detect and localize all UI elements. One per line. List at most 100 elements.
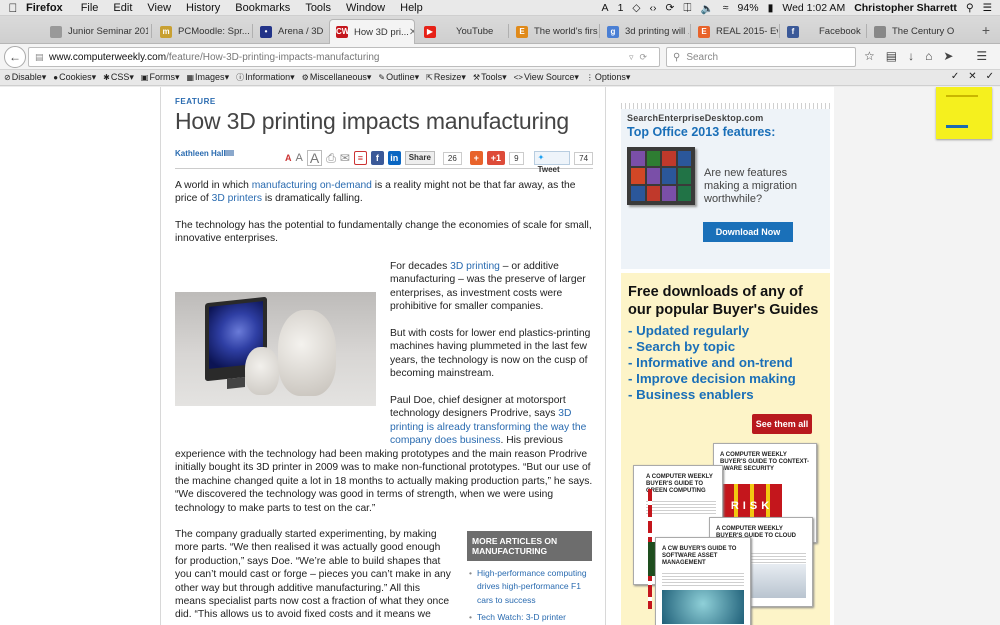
back-arrow-icon[interactable]: ← (4, 46, 26, 68)
link-manufacturing-on-demand[interactable]: manufacturing on-demand (252, 180, 372, 191)
more-article-link[interactable]: High-performance computing drives high-p… (467, 567, 592, 607)
volume-icon[interactable]: 🔈 (701, 2, 714, 15)
tab[interactable]: ▶ YouTube (418, 19, 506, 44)
dropbox-icon[interactable]: ◇ (632, 2, 640, 14)
menu-bookmarks[interactable]: Bookmarks (235, 2, 290, 14)
more-article-link[interactable]: Tech Watch: 3-D printer (467, 611, 592, 625)
menu-view[interactable]: View (147, 2, 171, 14)
share-button[interactable]: Share (404, 151, 435, 165)
text-size-large-icon[interactable]: A (306, 150, 323, 166)
menu-history[interactable]: History (186, 2, 220, 14)
menu-edit[interactable]: Edit (113, 2, 132, 14)
devbar-css[interactable]: ✱CSS▾ (103, 72, 134, 83)
spotlight-icon[interactable]: ⚲ (966, 2, 974, 14)
print-icon[interactable]: ⎙ (326, 151, 336, 166)
menu-file[interactable]: File (81, 2, 99, 14)
menu-app-name[interactable]: Firefox (26, 2, 63, 14)
download-icon[interactable]: ↓ (908, 49, 914, 63)
apple-icon[interactable]:  (0, 1, 26, 15)
plus-share-icon[interactable]: + (469, 151, 483, 165)
text-size-medium-icon[interactable]: A (296, 152, 303, 164)
download-now-button[interactable]: Download Now (703, 222, 793, 242)
tab[interactable]: f Facebook (781, 19, 865, 44)
devbar-miscellaneous[interactable]: ⚙Miscellaneous▾ (302, 72, 372, 83)
buyers-guides-ad[interactable]: Free downloads of any of our popular Buy… (621, 273, 830, 625)
url-bar[interactable]: ▤ www.computerweekly.com/feature/How-3D-… (28, 47, 660, 67)
author-link[interactable]: Kathleen Hall (175, 149, 226, 158)
paragraph: The technology has the potential to fund… (175, 220, 592, 245)
devbar-disable[interactable]: ⊘Disable▾ (4, 72, 46, 83)
ad-bullet-list: - Updated regularly - Search by topic - … (628, 323, 796, 403)
sync-icon[interactable]: ⟳ (665, 2, 674, 14)
tab-label: Junior Seminar 201... (68, 26, 148, 37)
tab[interactable]: The Century Of... (868, 19, 954, 44)
tab-active[interactable]: CW How 3D pri... ✕ (329, 19, 415, 44)
search-input[interactable]: ⚲ Search (666, 47, 856, 67)
web-page: FEATURE How 3D printing impacts manufact… (0, 87, 1000, 625)
bluetooth-icon[interactable]: ⎅ (683, 2, 691, 15)
tab-close-icon[interactable]: ✕ (409, 27, 414, 38)
devbar-view-source[interactable]: <>View Source▾ (514, 72, 579, 83)
devbar-forms[interactable]: ▣Forms▾ (141, 72, 180, 83)
devbar-information[interactable]: ⓘInformation▾ (236, 72, 295, 83)
paragraph: Paul Doe, chief designer at motorsport t… (390, 395, 587, 447)
site-info-icon[interactable]: ▤ (35, 52, 49, 63)
article-photo (175, 292, 376, 406)
google-plus-button[interactable]: +1 (486, 151, 506, 165)
close-icon[interactable]: ✕ (968, 71, 976, 82)
paragraph: The company gradually started experiment… (175, 529, 451, 621)
linkedin-icon[interactable]: in (387, 151, 401, 165)
gplus-count: 9 (509, 151, 524, 165)
tab[interactable]: E REAL 2015- Ev... (692, 19, 778, 44)
author-email-icon[interactable] (225, 150, 234, 156)
text-size-small-icon[interactable]: A (285, 153, 292, 163)
new-tab-icon[interactable]: + (982, 22, 990, 38)
devbar-images[interactable]: ▦Images▾ (186, 72, 229, 83)
page-title: How 3D printing impacts manufacturing (175, 108, 569, 134)
more-articles-header: MORE ARTICLES ON MANUFACTURING (467, 531, 592, 561)
devbar-resize[interactable]: ⇱Resize▾ (426, 72, 466, 83)
user-name[interactable]: Christopher Sharrett (854, 2, 957, 14)
tweet-button[interactable]: ✦ Tweet (533, 151, 571, 174)
devbar-outline[interactable]: ✎Outline▾ (378, 72, 419, 83)
send-icon[interactable]: ➤ (943, 49, 953, 63)
bookmark-star-icon[interactable]: ☆ (864, 49, 875, 63)
menu-hamburger-icon[interactable]: ☰ (976, 49, 987, 63)
adobe-icon[interactable]: A (602, 2, 609, 14)
notification-center-icon[interactable]: ☰ (983, 2, 992, 14)
tab[interactable]: E The world's firs... (510, 19, 598, 44)
email-icon[interactable]: ✉ (340, 151, 350, 165)
menu-tools[interactable]: Tools (305, 2, 331, 14)
sticky-note-widget[interactable] (936, 87, 992, 139)
wifi-icon[interactable]: ≈ (723, 2, 729, 14)
battery-percent[interactable]: 94% (738, 2, 759, 14)
tab[interactable]: • Arena / 3D Prin... (254, 19, 326, 44)
devbar-tools[interactable]: ⚒Tools▾ (473, 72, 507, 83)
see-them-all-button[interactable]: See them all (752, 414, 812, 434)
code-icon[interactable]: ‹› (649, 2, 656, 14)
more-articles-box: MORE ARTICLES ON MANUFACTURING High-perf… (467, 531, 592, 625)
tab[interactable]: g 3d printing will ... (601, 19, 689, 44)
devbar-options[interactable]: ⋮Options▾ (586, 72, 631, 83)
list-item: - Search by topic (628, 339, 736, 354)
article-byline: Kathleen Hall A A A ⎙ ✉ ≡ f in Share 26 … (175, 147, 594, 174)
reading-list-icon[interactable]: ▤ (886, 49, 897, 63)
office-2013-ad[interactable]: SearchEnterpriseDesktop.com Top Office 2… (621, 95, 830, 269)
home-icon[interactable]: ⌂ (925, 49, 932, 63)
url-dropdown-reload-icon[interactable]: ▿⟳ (629, 52, 653, 63)
link-3d-printing[interactable]: 3D printing (450, 261, 500, 272)
check-icon[interactable]: ✓ (986, 71, 994, 82)
menu-help[interactable]: Help (400, 2, 423, 14)
tab[interactable]: Junior Seminar 201... (44, 19, 148, 44)
facebook-share-icon[interactable]: f (370, 151, 384, 165)
menu-window[interactable]: Window (346, 2, 385, 14)
link-3d-printers[interactable]: 3D printers (212, 193, 262, 204)
clock[interactable]: Wed 1:02 AM (782, 2, 845, 14)
devbar-cookies[interactable]: ●Cookies▾ (53, 72, 96, 83)
tab[interactable]: m PCMoodle: Spr... (154, 19, 250, 44)
tab-favicon-icon (50, 25, 62, 38)
check-icon[interactable]: ✓ (951, 71, 959, 82)
search-placeholder: Search (686, 51, 719, 63)
menubar-status-area: A1 ◇ ‹› ⟳ ⎅ 🔈 ≈ 94% ▮ Wed 1:02 AM Christ… (602, 0, 992, 16)
pdf-icon[interactable]: ≡ (353, 151, 367, 165)
